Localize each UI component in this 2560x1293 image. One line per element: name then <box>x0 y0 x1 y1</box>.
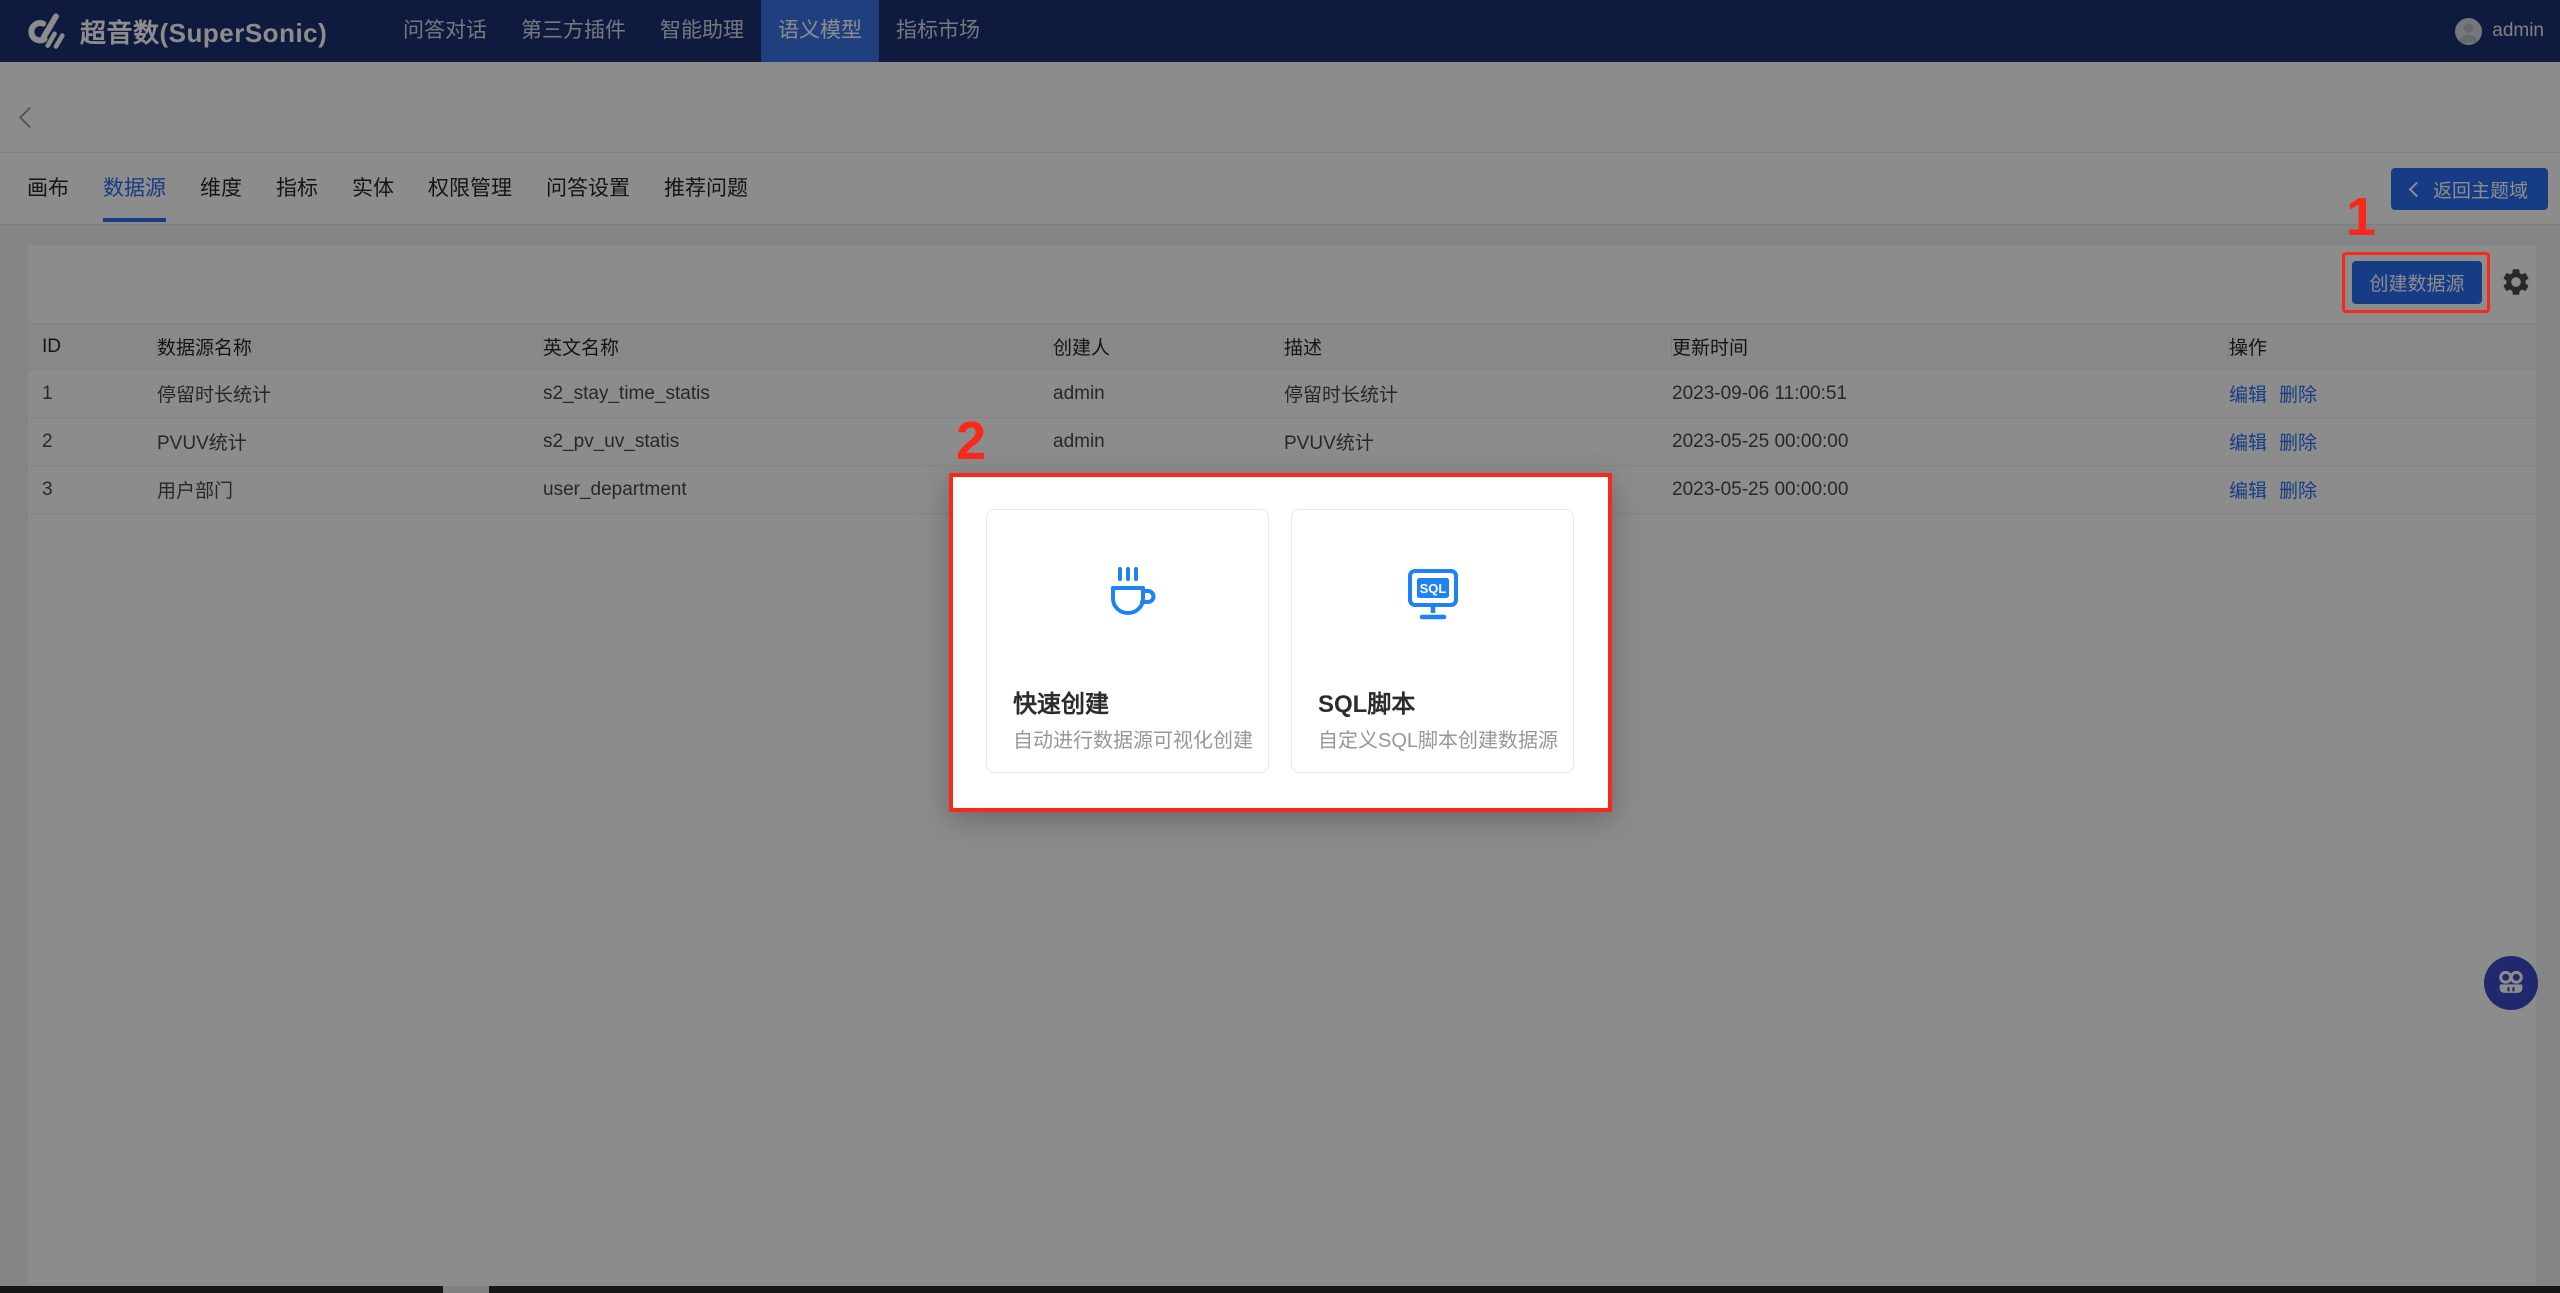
sql-script-card[interactable]: SQL SQL脚本 自定义SQL脚本创建数据源 <box>1291 509 1574 773</box>
quick-create-card[interactable]: 快速创建 自动进行数据源可视化创建 <box>986 509 1269 773</box>
create-datasource-popup: 快速创建 自动进行数据源可视化创建 SQL SQL脚本 自定义SQL脚本创建数据… <box>949 473 1612 812</box>
quick-create-subtitle: 自动进行数据源可视化创建 <box>1013 724 1253 753</box>
sql-script-subtitle: 自定义SQL脚本创建数据源 <box>1318 724 1558 753</box>
annotation-step-1: 1 <box>2346 190 2376 244</box>
quick-create-title: 快速创建 <box>1013 684 1109 719</box>
sql-monitor-icon: SQL <box>1404 566 1462 630</box>
sql-script-title: SQL脚本 <box>1318 684 1415 719</box>
annotation-box-create-button <box>2342 252 2490 313</box>
sql-icon-label: SQL <box>1419 581 1446 596</box>
annotation-step-2: 2 <box>956 414 986 468</box>
coffee-cup-icon <box>1099 566 1157 630</box>
app-page: 超音数(SuperSonic) 问答对话 第三方插件 智能助理 语义模型 指标市… <box>0 0 2560 1293</box>
